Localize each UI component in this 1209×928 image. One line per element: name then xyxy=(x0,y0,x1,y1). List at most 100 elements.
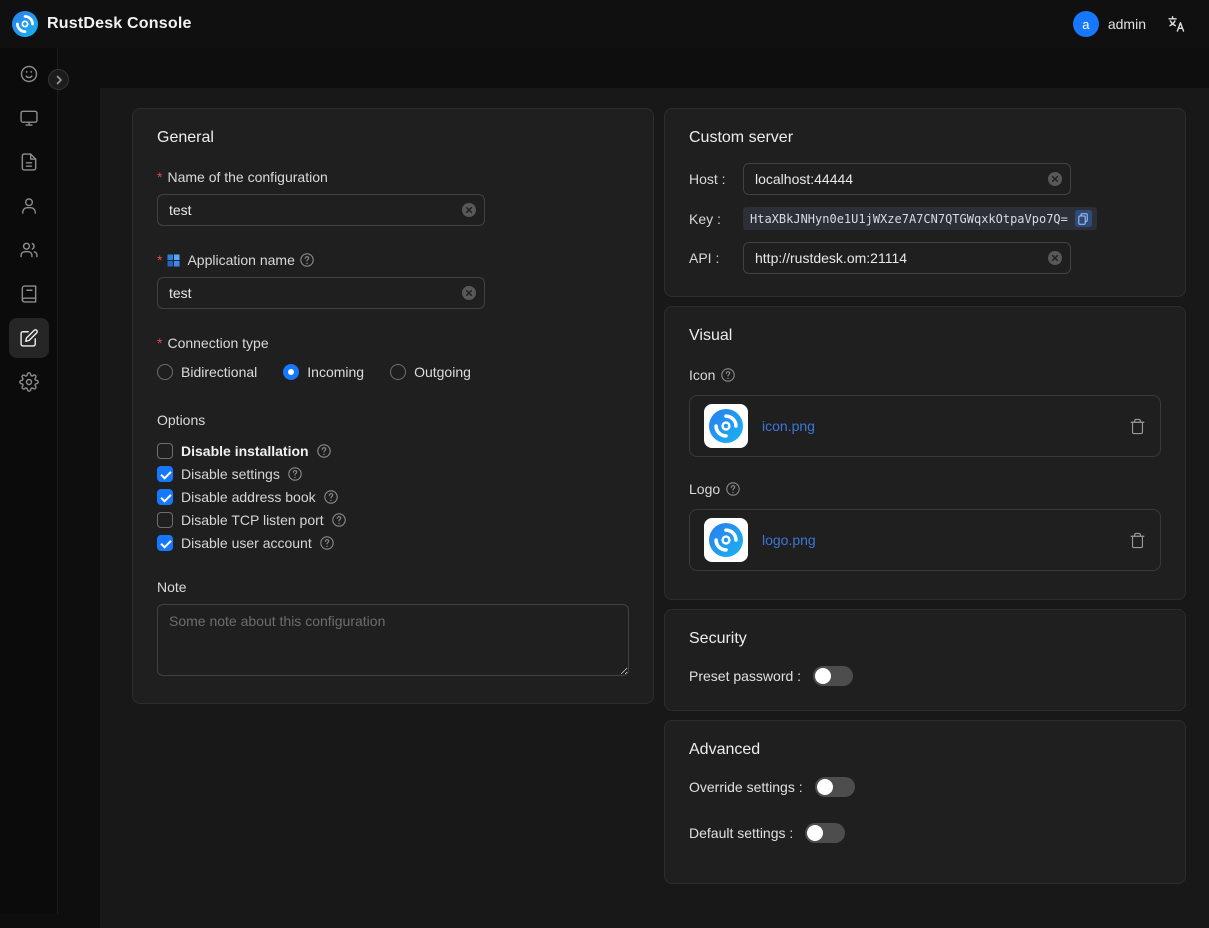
general-card-title: General xyxy=(157,129,629,147)
checkbox-box[interactable] xyxy=(157,466,173,482)
radio-dot[interactable] xyxy=(157,364,173,380)
help-icon[interactable] xyxy=(332,513,346,527)
config-name-input[interactable] xyxy=(157,194,485,226)
application-name-label: * Application name xyxy=(157,252,629,268)
help-icon[interactable] xyxy=(726,482,740,496)
radio-label: Bidirectional xyxy=(181,364,257,380)
user-icon xyxy=(19,196,39,216)
host-label: Host : xyxy=(689,171,743,187)
application-name-field: * Application name xyxy=(157,252,629,309)
sidebar-item-groups[interactable] xyxy=(9,230,49,270)
icon-upload-label: Icon xyxy=(689,367,1161,383)
advanced-card: Advanced Override settings : Default set… xyxy=(664,720,1186,884)
radio-outgoing[interactable]: Outgoing xyxy=(390,364,471,380)
preset-password-row: Preset password : xyxy=(689,666,1161,686)
clear-input-icon[interactable] xyxy=(1048,251,1062,265)
preset-password-toggle[interactable] xyxy=(813,666,853,686)
required-mark: * xyxy=(157,335,162,351)
checkbox-box[interactable] xyxy=(157,489,173,505)
host-input[interactable] xyxy=(743,163,1071,195)
default-settings-toggle[interactable] xyxy=(805,823,845,843)
key-row: Key : HtaXBkJNHyn0e1U1jWXze7A7CN7QTGWqxk… xyxy=(689,207,1161,230)
sidebar-item-custom-client[interactable] xyxy=(9,318,49,358)
icon-file-link[interactable]: icon.png xyxy=(762,418,1115,434)
required-mark: * xyxy=(157,252,162,268)
note-label: Note xyxy=(157,579,629,595)
checkbox-box[interactable] xyxy=(157,535,173,551)
help-icon[interactable] xyxy=(288,467,302,481)
radio-dot[interactable] xyxy=(283,364,299,380)
radio-bidirectional[interactable]: Bidirectional xyxy=(157,364,257,380)
clear-input-icon[interactable] xyxy=(462,203,476,217)
checkbox-box[interactable] xyxy=(157,443,173,459)
username: admin xyxy=(1108,16,1146,32)
sidebar-item-users[interactable] xyxy=(9,186,49,226)
radio-dot[interactable] xyxy=(390,364,406,380)
logo-file-link[interactable]: logo.png xyxy=(762,532,1115,548)
sidebar-item-dashboard[interactable] xyxy=(9,54,49,94)
gear-icon xyxy=(19,372,39,392)
connection-type-label-text: Connection type xyxy=(167,335,268,351)
checkbox-disable-address-book[interactable]: Disable address book xyxy=(157,489,629,505)
checkbox-disable-installation[interactable]: Disable installation xyxy=(157,443,629,459)
help-icon[interactable] xyxy=(721,368,735,382)
document-icon xyxy=(19,152,39,172)
security-title: Security xyxy=(689,630,1161,648)
language-icon[interactable] xyxy=(1166,14,1187,35)
sidebar-item-documents[interactable] xyxy=(9,142,49,182)
connection-type-radio-group: Bidirectional Incoming Outgoing xyxy=(157,364,629,380)
user-menu[interactable]: a admin xyxy=(1073,11,1146,37)
edit-square-icon xyxy=(19,328,39,348)
host-row: Host : xyxy=(689,163,1161,195)
right-column: Custom server Host : Key : HtaXBkJNHyn0e… xyxy=(664,108,1186,884)
clear-input-icon[interactable] xyxy=(462,286,476,300)
copy-icon[interactable] xyxy=(1075,210,1092,227)
monitor-icon xyxy=(19,108,39,128)
options-checkbox-list: Disable installation Disable settings Di… xyxy=(157,443,629,551)
help-icon[interactable] xyxy=(320,536,334,550)
checkbox-disable-tcp-listen-port[interactable]: Disable TCP listen port xyxy=(157,512,629,528)
override-settings-label: Override settings : xyxy=(689,779,803,795)
override-settings-row: Override settings : xyxy=(689,777,1161,797)
delete-icon[interactable] xyxy=(1129,418,1146,435)
radio-incoming[interactable]: Incoming xyxy=(283,364,364,380)
required-mark: * xyxy=(157,169,162,185)
application-name-input[interactable] xyxy=(157,277,485,309)
avatar[interactable]: a xyxy=(1073,11,1099,37)
api-input[interactable] xyxy=(743,242,1071,274)
api-label: API : xyxy=(689,250,743,266)
top-bar: RustDesk Console a admin xyxy=(0,0,1209,48)
logo-label-text: Logo xyxy=(689,481,720,497)
preset-password-label: Preset password : xyxy=(689,668,801,684)
checkbox-disable-settings[interactable]: Disable settings xyxy=(157,466,629,482)
chevron-right-icon xyxy=(54,75,64,85)
help-icon[interactable] xyxy=(317,444,331,458)
application-name-input-wrap xyxy=(157,277,485,309)
checkbox-disable-user-account[interactable]: Disable user account xyxy=(157,535,629,551)
help-icon[interactable] xyxy=(324,490,338,504)
radio-label: Incoming xyxy=(307,364,364,380)
connection-type-label: * Connection type xyxy=(157,335,629,351)
checkbox-label: Disable settings xyxy=(181,466,280,482)
delete-icon[interactable] xyxy=(1129,532,1146,549)
logbook-icon xyxy=(19,284,39,304)
advanced-title: Advanced xyxy=(689,741,1161,759)
icon-upload-box: icon.png xyxy=(689,395,1161,457)
icon-preview-image xyxy=(704,404,748,448)
content-area: General * Name of the configuration * Ap… xyxy=(100,88,1209,928)
sidebar-collapse-button[interactable] xyxy=(48,69,69,90)
sidebar-item-devices[interactable] xyxy=(9,98,49,138)
connection-type-field: * Connection type Bidirectional Incoming… xyxy=(157,335,629,380)
application-name-label-text: Application name xyxy=(187,252,294,268)
override-settings-toggle[interactable] xyxy=(815,777,855,797)
api-input-wrap xyxy=(743,242,1071,274)
sidebar-item-audit[interactable] xyxy=(9,274,49,314)
note-textarea[interactable] xyxy=(157,604,629,676)
checkbox-box[interactable] xyxy=(157,512,173,528)
api-row: API : xyxy=(689,242,1161,274)
help-icon[interactable] xyxy=(300,253,314,267)
windows-icon xyxy=(167,254,180,267)
visual-title: Visual xyxy=(689,327,1161,345)
clear-input-icon[interactable] xyxy=(1048,172,1062,186)
sidebar-item-settings[interactable] xyxy=(9,362,49,402)
